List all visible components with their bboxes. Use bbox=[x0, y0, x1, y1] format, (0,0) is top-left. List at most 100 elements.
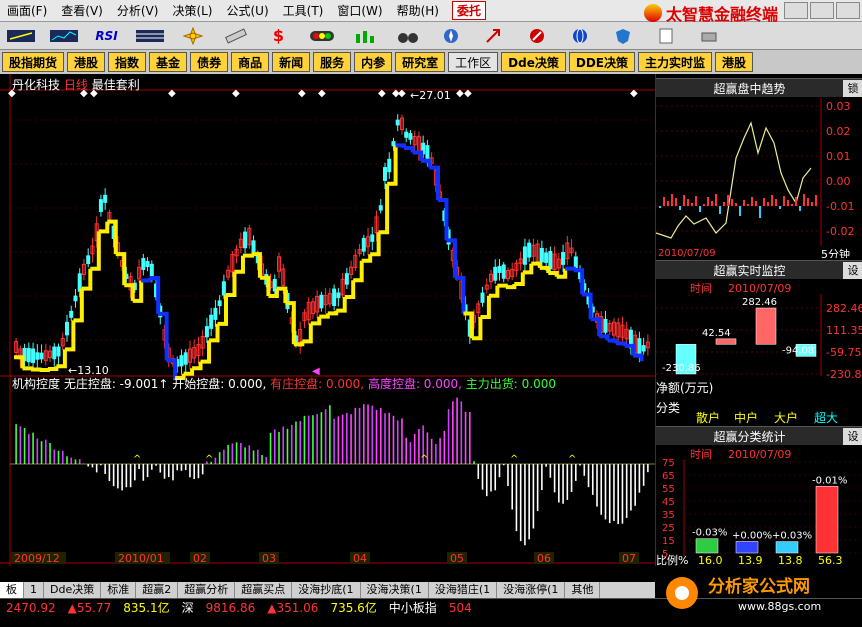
high-price-label: ←27.01 bbox=[410, 89, 451, 102]
kline-icon[interactable] bbox=[43, 25, 84, 47]
shield-icon[interactable] bbox=[602, 25, 643, 47]
globe-icon[interactable] bbox=[559, 25, 600, 47]
signal-caret-icon: ^ bbox=[133, 454, 141, 465]
minimize-button[interactable] bbox=[784, 2, 808, 19]
pen-icon[interactable] bbox=[516, 25, 557, 47]
menu-item[interactable]: 分析(V) bbox=[110, 2, 166, 19]
stats-date: 2010/07/09 bbox=[728, 448, 791, 461]
maximize-button[interactable] bbox=[810, 2, 834, 19]
menu-item[interactable]: 帮助(H) bbox=[390, 2, 446, 19]
trend-step-line bbox=[30, 367, 42, 372]
crosshair-icon[interactable] bbox=[172, 25, 213, 47]
traffic-light-icon[interactable] bbox=[301, 25, 342, 47]
candle-body bbox=[35, 352, 40, 360]
candle-body bbox=[370, 234, 375, 242]
candle-body bbox=[344, 273, 349, 285]
stats-bar bbox=[775, 541, 799, 554]
compass-icon[interactable] bbox=[430, 25, 471, 47]
category-button[interactable]: 内参 bbox=[354, 52, 393, 72]
candle-body bbox=[319, 294, 324, 309]
category-button[interactable]: 港股 bbox=[715, 52, 754, 72]
formula-tab[interactable]: 标准 bbox=[101, 582, 137, 598]
formula-tab[interactable]: 板 bbox=[0, 582, 24, 598]
formula-tab[interactable]: 没海涨停(1 bbox=[497, 582, 566, 598]
category-button[interactable]: 指数 bbox=[108, 52, 147, 72]
chart-title-row: 丹化科技 日线 最佳套利 bbox=[12, 76, 140, 93]
menu-item[interactable]: 决策(L) bbox=[165, 2, 219, 19]
monitor-bar bbox=[755, 307, 777, 345]
candle-body bbox=[141, 258, 146, 270]
monitor-ytick: 282.46 bbox=[826, 302, 862, 315]
signal-caret-icon: ^ bbox=[420, 454, 428, 465]
board-label: 中小板指 bbox=[388, 601, 437, 615]
monitor-bar bbox=[715, 338, 737, 345]
print-icon[interactable] bbox=[688, 25, 729, 47]
candle-body bbox=[86, 255, 91, 265]
workspace-button[interactable]: 工作区 bbox=[448, 52, 499, 72]
category-button[interactable]: DDE决策 bbox=[568, 52, 635, 72]
category-button[interactable]: 服务 bbox=[313, 52, 352, 72]
monitor-settings-button[interactable]: 设 bbox=[843, 261, 862, 279]
formula-tab[interactable]: 1 bbox=[24, 582, 44, 598]
binoculars-icon[interactable] bbox=[387, 25, 428, 47]
bars-icon[interactable] bbox=[344, 25, 385, 47]
monitor-bar-label: 42.54 bbox=[702, 328, 731, 339]
menu-item[interactable]: 窗口(W) bbox=[330, 2, 389, 19]
category-button[interactable]: Dde决策 bbox=[501, 52, 566, 72]
rsi-icon[interactable]: RSI bbox=[86, 25, 127, 47]
formula-tab[interactable]: 其他 bbox=[565, 582, 601, 598]
candle-body bbox=[637, 338, 642, 355]
lock-button[interactable]: 锁 bbox=[843, 79, 862, 97]
net-amount-label: 净额(万元) bbox=[656, 381, 713, 395]
stats-ratio-value: 16.0 bbox=[698, 554, 723, 566]
close-button[interactable] bbox=[836, 2, 860, 19]
category-button[interactable]: 基金 bbox=[149, 52, 188, 72]
formula-tab[interactable]: 没海决策(1 bbox=[361, 582, 429, 598]
chart-background bbox=[0, 74, 655, 566]
candle-body bbox=[204, 326, 209, 338]
candle-body bbox=[527, 242, 532, 258]
formula-tab[interactable]: 超赢2 bbox=[136, 582, 179, 598]
window-controls bbox=[784, 2, 860, 19]
category-button[interactable]: 商品 bbox=[231, 52, 270, 72]
category-button[interactable]: 港股 bbox=[67, 52, 106, 72]
candle-body bbox=[65, 321, 69, 336]
trend-step-line bbox=[39, 368, 50, 372]
signal-marker-icon: ◆ bbox=[298, 88, 306, 99]
signal-caret-icon: ^ bbox=[205, 454, 213, 465]
money-icon[interactable]: $ bbox=[258, 25, 299, 47]
sz-amount: 735.6亿 bbox=[330, 601, 377, 615]
formula-tab[interactable]: 没海猎庄(1 bbox=[429, 582, 498, 598]
document-icon[interactable] bbox=[645, 25, 686, 47]
category-button[interactable]: 股指期货 bbox=[2, 52, 65, 72]
formula-tab[interactable]: 超赢买点 bbox=[235, 582, 293, 598]
arrow-tool-icon[interactable] bbox=[473, 25, 514, 47]
formula-tab[interactable]: 没海抄底(1 bbox=[292, 582, 361, 598]
sh-index-change: ▲55.77 bbox=[67, 600, 112, 615]
candle-body bbox=[103, 194, 108, 203]
chart-grid-icon[interactable] bbox=[0, 25, 41, 47]
menu-item[interactable]: 公式(U) bbox=[220, 2, 276, 19]
trade-button[interactable]: 委托 bbox=[451, 1, 486, 20]
formula-tab[interactable]: 超赢分析 bbox=[178, 582, 236, 598]
signal-marker-icon: ◆ bbox=[398, 88, 406, 99]
investor-class-label: 超大 bbox=[814, 410, 838, 425]
signal-marker-icon: ◆ bbox=[168, 88, 176, 99]
category-button[interactable]: 债券 bbox=[190, 52, 229, 72]
category-button[interactable]: 主力实时监 bbox=[638, 52, 713, 72]
menu-item[interactable]: 查看(V) bbox=[54, 2, 110, 19]
stats-settings-button[interactable]: 设 bbox=[843, 427, 862, 445]
formula-tab[interactable]: Dde决策 bbox=[44, 582, 102, 598]
ruler-icon[interactable] bbox=[215, 25, 256, 47]
signal-marker-icon: ◆ bbox=[318, 88, 326, 99]
category-button[interactable]: 新闻 bbox=[272, 52, 311, 72]
menu-item[interactable]: 工具(T) bbox=[276, 2, 331, 19]
stats-ytick: 15 bbox=[662, 536, 675, 547]
x-axis-label: 03 bbox=[262, 552, 276, 565]
table-icon[interactable] bbox=[129, 25, 170, 47]
kline-chart[interactable]: ◆ ◆ ◆ ◆ ◆ ◆ ◆ ◆ ◆◆ ◆ ◆ ◆←27.01←13.10 ◀机构控度 无庄控盘: -9.… bbox=[0, 74, 655, 566]
category-button[interactable]: 研究室 bbox=[395, 52, 446, 72]
monitor-header: 超赢实时监控 设 bbox=[656, 260, 862, 279]
x-axis-label: 04 bbox=[353, 552, 367, 565]
menu-item[interactable]: 画面(F) bbox=[0, 2, 54, 19]
